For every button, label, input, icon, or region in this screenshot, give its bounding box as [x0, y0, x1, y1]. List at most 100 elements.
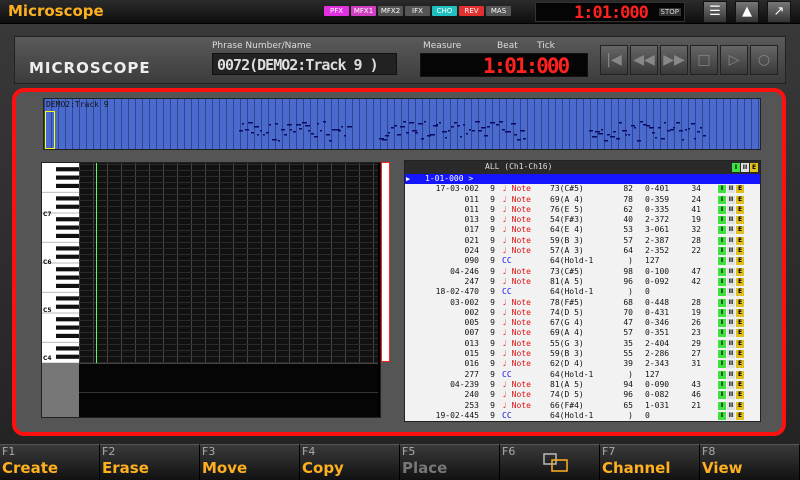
black-key[interactable] — [56, 233, 79, 238]
note-grid[interactable] — [79, 163, 378, 363]
event-v: 62 — [623, 204, 633, 214]
event-row[interactable]: 013 9 ♩ Note 55(G 3) 35 2-404 29 I II E — [405, 339, 760, 349]
octave-label: C6 — [43, 259, 52, 266]
event-row[interactable]: 253 9 ♩ Note 66(F#4) 65 1-031 21 I II E — [405, 401, 760, 411]
fkey-f6[interactable]: F6 — [500, 444, 600, 480]
fkey-f7[interactable]: F7 Channel — [600, 444, 700, 480]
track-overview[interactable]: DEMO2:Track 9 — [43, 98, 761, 150]
event-row[interactable]: 007 9 ♩ Note 69(A 4) 57 0-351 23 I II E — [405, 328, 760, 338]
fx-mfx2[interactable]: MFX2 — [378, 6, 403, 16]
up-button[interactable]: ▲ — [735, 1, 759, 23]
fkey-f3[interactable]: F3 Move — [200, 444, 300, 480]
fkey-f5[interactable]: F5 Place — [400, 444, 500, 480]
black-key[interactable] — [56, 317, 79, 322]
fast-forward-icon[interactable]: ▶▶ — [660, 45, 688, 75]
rewind-icon[interactable]: ◀◀ — [630, 45, 658, 75]
event-row[interactable]: 017 9 ♩ Note 64(E 4) 53 3-061 32 I II E — [405, 225, 760, 235]
record-icon[interactable]: ○ — [750, 45, 778, 75]
black-key[interactable] — [56, 196, 79, 201]
event-t: 17-03-002 — [435, 184, 479, 194]
fx-mfx1[interactable]: MFX1 — [351, 6, 376, 16]
view-badge-1: I — [718, 216, 726, 225]
event-row[interactable]: 240 9 ♩ Note 74(D 5) 96 0-082 46 I II E — [405, 390, 760, 400]
event-v: 57 — [623, 328, 633, 338]
fx-pfx[interactable]: PFX — [324, 6, 349, 16]
event-row[interactable]: 005 9 ♩ Note 67(G 4) 47 0-346 26 I II E — [405, 318, 760, 328]
event-row[interactable]: 17-03-002 9 ♩ Note 73(C#5) 82 0-401 34 I II E — [405, 184, 760, 194]
cursor-row[interactable]: ▶ 1-01-000 > — [405, 174, 760, 185]
fkey-f2[interactable]: F2 Erase — [100, 444, 200, 480]
event-type: ♩ Note — [502, 246, 531, 256]
black-key[interactable] — [56, 296, 79, 301]
overview-note — [604, 140, 608, 142]
event-row[interactable]: 015 9 ♩ Note 59(B 3) 55 2-286 27 I II E — [405, 349, 760, 359]
black-key[interactable] — [56, 183, 79, 188]
black-key[interactable] — [56, 283, 79, 288]
event-row[interactable]: 011 9 ♩ Note 69(A 4) 78 0-359 24 I II E — [405, 195, 760, 205]
menu-button[interactable]: ☰ — [703, 1, 727, 23]
fx-rev[interactable]: REV — [459, 6, 484, 16]
event-ch: 9 — [490, 410, 495, 420]
fkey-f4[interactable]: F4 Copy — [300, 444, 400, 480]
black-key[interactable] — [56, 325, 79, 330]
event-row[interactable]: 024 9 ♩ Note 57(A 3) 64 2-352 22 I II E — [405, 246, 760, 256]
microscope-screen: Microscope PFX MFX1 MFX2 IFX CHO REV MAS 1:01:… — [0, 0, 800, 480]
black-key[interactable] — [56, 354, 79, 359]
fkey-f8[interactable]: F8 View — [700, 444, 800, 480]
event-d: 22 — [691, 246, 701, 256]
black-key[interactable] — [56, 254, 79, 259]
event-row[interactable]: 002 9 ♩ Note 74(D 5) 70 0-431 19 I II E — [405, 308, 760, 318]
piano-roll[interactable]: C7 C6 C5 C4 — [41, 162, 381, 418]
controller-lane[interactable] — [79, 363, 378, 417]
black-key[interactable] — [56, 167, 79, 172]
top-icon[interactable]: |◀ — [600, 45, 628, 75]
exit-button[interactable]: ↗ — [767, 1, 791, 23]
event-row[interactable]: 19-02-445 9 CC 64(Hold-1) 0 I II E — [405, 411, 760, 421]
black-key[interactable] — [56, 275, 79, 280]
row-badges: I II E — [718, 205, 744, 214]
black-key[interactable] — [56, 175, 79, 180]
event-row[interactable]: 021 9 ♩ Note 59(B 3) 57 2-387 28 I II E — [405, 236, 760, 246]
event-row[interactable]: 011 9 ♩ Note 76(E 5) 62 0-335 41 I II E — [405, 205, 760, 215]
event-row[interactable]: 016 9 ♩ Note 62(D 4) 39 2-343 31 I II E — [405, 359, 760, 369]
overview-note — [601, 129, 603, 131]
event-row[interactable]: 18-02-470 9 CC 64(Hold-1) 0 I II E — [405, 287, 760, 297]
black-key[interactable] — [56, 267, 79, 272]
event-row[interactable]: 090 9 CC 64(Hold-1) 127 I II E — [405, 256, 760, 266]
event-row[interactable]: 277 9 CC 64(Hold-1) 127 I II E — [405, 370, 760, 380]
phrase-field[interactable]: 0072(DEMO2:Track 9 ) — [212, 53, 397, 75]
event-row[interactable]: 04-246 9 ♩ Note 73(C#5) 98 0-100 47 I II E — [405, 267, 760, 277]
event-list[interactable]: ALL (Ch1-Ch16) I II E ▶ 1-01-000 > 17-03-0… — [404, 160, 761, 422]
stop-icon[interactable]: □ — [690, 45, 718, 75]
roll-scrollbar[interactable] — [381, 162, 390, 362]
event-row[interactable]: 04-239 9 ♩ Note 81(A 5) 94 0-090 43 I II E — [405, 380, 760, 390]
event-p1: 81(A 5) — [550, 276, 584, 286]
event-row[interactable]: 013 9 ♩ Note 54(F#3) 40 2-372 19 I II E — [405, 215, 760, 225]
measure-field[interactable]: 1:01:000 — [420, 53, 588, 78]
overview-cursor[interactable] — [45, 111, 55, 149]
black-key[interactable] — [56, 246, 79, 251]
event-rows: 17-03-002 9 ♩ Note 73(C#5) 82 0-401 34 I II E 011 9… — [405, 184, 760, 421]
event-g: 2-404 — [645, 338, 670, 348]
play-icon[interactable]: ▷ — [720, 45, 748, 75]
black-key[interactable] — [56, 217, 79, 222]
effects-indicators: PFX MFX1 MFX2 IFX CHO REV MAS — [324, 6, 511, 16]
fkey-number: F2 — [102, 445, 116, 458]
black-key[interactable] — [56, 204, 79, 209]
black-key[interactable] — [56, 225, 79, 230]
black-key[interactable] — [56, 346, 79, 351]
event-d: 28 — [691, 235, 701, 245]
fx-mas[interactable]: MAS — [486, 6, 511, 16]
fkey-f1[interactable]: F1 Create — [0, 444, 100, 480]
event-type: ♩ Note — [502, 215, 531, 225]
fx-cho[interactable]: CHO — [432, 6, 457, 16]
view-badge-1: I — [718, 360, 726, 369]
event-row[interactable]: 247 9 ♩ Note 81(A 5) 96 0-092 42 I II E — [405, 277, 760, 287]
fx-ifx[interactable]: IFX — [405, 6, 430, 16]
event-v: ) — [628, 369, 633, 379]
event-type: ♩ Note — [502, 400, 531, 410]
event-row[interactable]: 03-002 9 ♩ Note 78(F#5) 68 0-448 28 I II E — [405, 298, 760, 308]
zoom-window-icon — [543, 453, 568, 472]
black-key[interactable] — [56, 333, 79, 338]
black-key[interactable] — [56, 304, 79, 309]
